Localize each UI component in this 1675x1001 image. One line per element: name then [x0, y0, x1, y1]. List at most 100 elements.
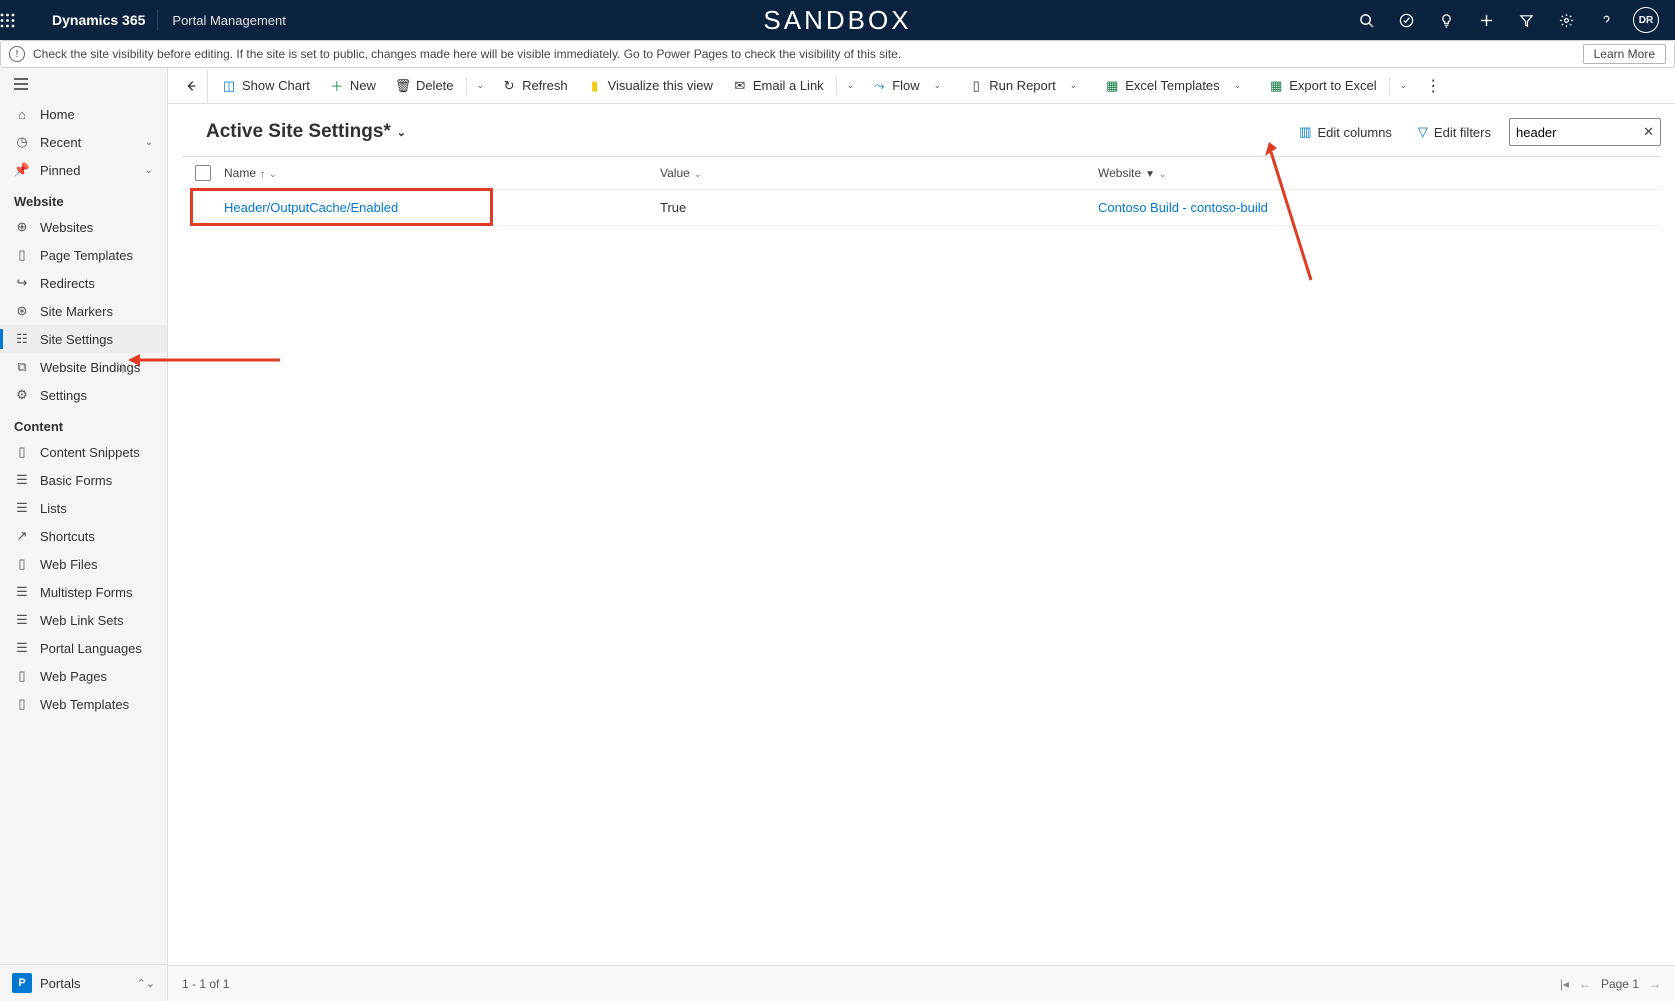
app-name: Portal Management	[158, 13, 299, 28]
avatar-initials: DR	[1633, 7, 1659, 33]
brand-name[interactable]: Dynamics 365	[40, 9, 158, 31]
nav-site-settings[interactable]: ☷Site Settings	[0, 325, 167, 353]
form-icon: ☰	[14, 472, 30, 488]
nav-web-link-sets[interactable]: ☰Web Link Sets	[0, 606, 167, 634]
report-icon: ▯	[969, 79, 983, 93]
record-website-link[interactable]: Contoso Build - contoso-build	[1098, 200, 1268, 215]
view-selector[interactable]: Active Site Settings* ⌄	[206, 121, 406, 143]
marker-icon: ⊛	[14, 303, 30, 319]
home-icon: ⌂	[14, 106, 30, 122]
chevron-down-icon[interactable]: ⌄	[1159, 169, 1167, 179]
nav-web-templates[interactable]: ▯Web Templates	[0, 690, 167, 718]
user-avatar[interactable]: DR	[1627, 0, 1665, 40]
cmd-show-chart[interactable]: ◫Show Chart	[212, 72, 320, 99]
nav-label: Lists	[40, 501, 67, 516]
cmd-overflow[interactable]: ⋮	[1415, 70, 1452, 102]
chevron-down-icon[interactable]: ⌄	[694, 169, 702, 179]
chevron-down-icon: ⌄	[145, 137, 153, 148]
multistep-icon: ☰	[14, 584, 30, 600]
learn-more-button[interactable]: Learn More	[1583, 44, 1666, 64]
cmd-label: Delete	[416, 78, 454, 93]
nav-web-pages[interactable]: ▯Web Pages	[0, 662, 167, 690]
nav-web-files[interactable]: ▯ Web Files	[0, 550, 167, 578]
email-split-chevron[interactable]: ⌄	[839, 74, 863, 97]
file-icon: ▯	[14, 247, 30, 263]
cmd-refresh[interactable]: ↻Refresh	[492, 72, 578, 99]
nav-settings[interactable]: ⚙Settings	[0, 381, 167, 409]
chevron-down-icon[interactable]: ⌄	[269, 169, 277, 179]
cmd-export-excel[interactable]: ▦Export to Excel	[1259, 72, 1386, 99]
cmd-flow[interactable]: ⤳ Flow ⌄	[862, 68, 959, 103]
help-icon[interactable]	[1587, 0, 1625, 40]
nav-recent[interactable]: ◷Recent⌄	[0, 128, 167, 156]
nav-label: Shortcuts	[40, 529, 95, 544]
nav-shortcuts[interactable]: ↗ Shortcuts	[0, 522, 167, 550]
excel-icon: ▦	[1105, 79, 1119, 93]
back-button[interactable]	[174, 69, 208, 103]
col-header-value[interactable]: Value⌄	[660, 166, 1098, 180]
cmd-delete[interactable]: 🗑Delete	[386, 72, 464, 99]
nav-label: Web Pages	[40, 669, 107, 684]
edit-filters-button[interactable]: ▽Edit filters	[1410, 120, 1499, 144]
assistant-icon[interactable]	[1387, 0, 1425, 40]
files-icon: ▯	[14, 556, 30, 572]
cmd-email-link[interactable]: ✉Email a Link	[723, 72, 834, 99]
nav-site-markers[interactable]: ⊛ Site Markers	[0, 297, 167, 325]
app-launcher-icon[interactable]	[0, 13, 40, 28]
col-header-website[interactable]: Website▼⌄	[1098, 166, 1661, 180]
chevron-down-icon: ⌄	[397, 126, 406, 139]
lightbulb-icon[interactable]	[1427, 0, 1465, 40]
prev-page-button[interactable]: ←	[1579, 977, 1591, 991]
page-label: Page 1	[1601, 977, 1639, 991]
table-row[interactable]: Header/OutputCache/Enabled True Contoso …	[182, 190, 1661, 226]
section-content: Content	[0, 409, 167, 438]
nav-portal-languages[interactable]: ☰Portal Languages	[0, 634, 167, 662]
sidebar-toggle[interactable]	[0, 68, 167, 100]
cmd-label: Export to Excel	[1289, 78, 1376, 93]
flow-icon: ⤳	[872, 79, 886, 93]
view-title-text: Active Site Settings*	[206, 121, 391, 143]
cmd-visualize[interactable]: ▮Visualize this view	[578, 72, 723, 99]
export-split-chevron[interactable]: ⌄	[1392, 74, 1416, 97]
col-header-name[interactable]: Name↑⌄	[224, 166, 660, 180]
nav-label: Basic Forms	[40, 473, 112, 488]
nav-multistep-forms[interactable]: ☰Multistep Forms	[0, 578, 167, 606]
cmd-run-report[interactable]: ▯Run Report⌄	[959, 68, 1095, 103]
edit-columns-button[interactable]: ▥Edit columns	[1291, 120, 1400, 144]
cmd-label: Email a Link	[753, 78, 824, 93]
select-all-checkbox[interactable]	[195, 165, 211, 181]
next-page-button[interactable]: →	[1649, 977, 1661, 991]
plus-icon: ＋	[330, 79, 344, 93]
nav-pinned[interactable]: 📌Pinned⌄	[0, 156, 167, 184]
nav-label: Page Templates	[40, 248, 133, 263]
nav-website-bindings[interactable]: ⧉Website Bindings	[0, 353, 167, 381]
cmd-new[interactable]: ＋New	[320, 72, 386, 99]
nav-redirects[interactable]: ↪Redirects	[0, 269, 167, 297]
record-name-link[interactable]: Header/OutputCache/Enabled	[224, 200, 398, 215]
nav-basic-forms[interactable]: ☰ Basic Forms	[0, 466, 167, 494]
grid-search[interactable]: ✕	[1509, 118, 1661, 146]
search-icon[interactable]	[1347, 0, 1385, 40]
nav-label: Web Files	[40, 557, 98, 572]
nav-home[interactable]: ⌂Home	[0, 100, 167, 128]
clear-search-icon[interactable]: ✕	[1643, 124, 1654, 140]
nav-label: Web Templates	[40, 697, 129, 712]
cmd-label: Flow	[892, 78, 919, 93]
grid-search-input[interactable]	[1516, 125, 1643, 140]
first-page-button[interactable]: |◂	[1560, 977, 1569, 991]
nav-label: Site Markers	[40, 304, 113, 319]
cmd-excel-templates[interactable]: ▦Excel Templates⌄	[1095, 68, 1259, 103]
nav-lists[interactable]: ☰Lists	[0, 494, 167, 522]
chevron-down-icon: ⌄	[926, 74, 950, 97]
sort-asc-icon: ↑	[260, 169, 265, 180]
nav-page-templates[interactable]: ▯ Page Templates	[0, 241, 167, 269]
delete-split-chevron[interactable]: ⌄	[469, 74, 493, 97]
filter-icon[interactable]	[1507, 0, 1545, 40]
area-switcher[interactable]: P Portals ⌃⌄	[0, 964, 167, 1001]
nav-websites[interactable]: ⊕Websites	[0, 213, 167, 241]
add-icon[interactable]	[1467, 0, 1505, 40]
nav-content-snippets[interactable]: ▯Content Snippets	[0, 438, 167, 466]
shortcut-icon: ↗	[14, 528, 30, 544]
recent-icon: ◷	[14, 134, 30, 150]
settings-icon[interactable]	[1547, 0, 1585, 40]
